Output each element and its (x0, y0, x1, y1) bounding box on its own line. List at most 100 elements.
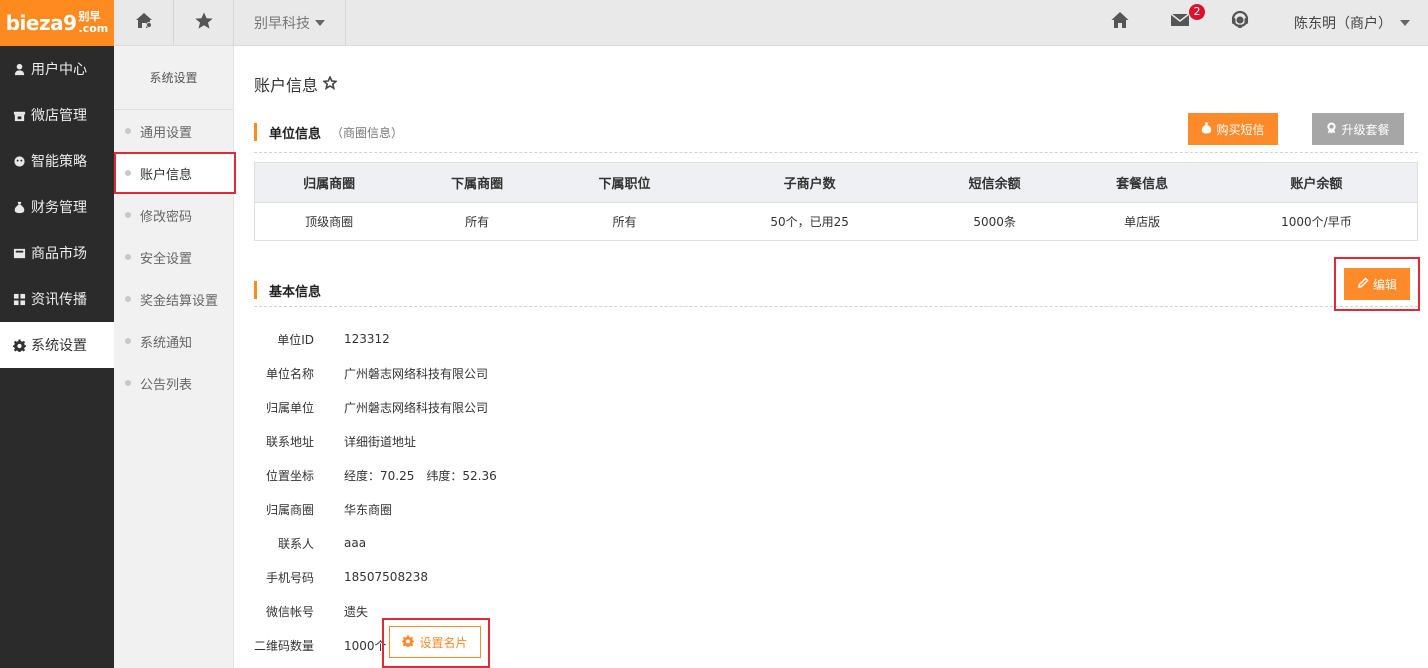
table-cell: 50个，已用25 (770, 215, 849, 229)
headset-icon (1230, 10, 1250, 34)
info-label: 位置坐标 (265, 468, 314, 483)
info-row: 归属商圈 华东商圈 (254, 492, 497, 526)
info-row: 位置坐标 经度：70.25 纬度：52.36 (254, 458, 497, 492)
subnav-item-change-password[interactable]: 修改密码 (114, 194, 233, 236)
section-title: 单位信息 (269, 126, 322, 142)
message-count-badge: 2 (1189, 4, 1205, 20)
subnav-item-announcements[interactable]: 公告列表 (114, 362, 233, 404)
subnav-item-notifications[interactable]: 系统通知 (114, 320, 233, 362)
info-label: 归属商圈 (265, 502, 314, 517)
sidebar-item-strategy[interactable]: 智能策略 (0, 138, 114, 184)
card-highlight: 设置名片 (382, 618, 490, 668)
table-cell: 所有 (612, 215, 637, 229)
button-label: 编辑 (1372, 277, 1397, 292)
table-cell: 顶级商圈 (305, 215, 354, 229)
star-outline-icon[interactable] (318, 74, 338, 94)
bullet-icon (125, 380, 131, 386)
unit-info-header: 单位信息 （商圈信息） (254, 122, 403, 142)
user-menu[interactable]: 陈东明（商户） (1294, 0, 1410, 46)
main-sidebar: 用户中心 微店管理 智能策略 财务管理 商品市场 资讯传播 系统设置 (0, 46, 114, 668)
buy-sms-button[interactable]: 购买短信 (1188, 113, 1278, 145)
table-cell: 1000个/早币 (1281, 215, 1352, 229)
sidebar-item-user-center[interactable]: 用户中心 (0, 46, 114, 92)
money-bag-icon (1201, 122, 1216, 137)
gear-icon (402, 634, 419, 650)
page-title: 账户信息 (254, 72, 338, 96)
home-shortcut-button[interactable] (114, 0, 174, 46)
info-label: 单位ID (277, 332, 314, 347)
shop-icon (12, 108, 26, 122)
bullet-icon (125, 128, 131, 134)
subnav-item-label: 奖金结算设置 (140, 293, 219, 309)
info-value: 123312 (344, 332, 390, 346)
info-row: 手机号码 18507508238 (254, 560, 497, 594)
upgrade-plan-button[interactable]: 升级套餐 (1312, 113, 1404, 145)
subnav-item-bonus-settlement[interactable]: 奖金结算设置 (114, 278, 233, 320)
sidebar-item-market[interactable]: 商品市场 (0, 230, 114, 276)
strategy-icon (12, 154, 26, 168)
logo-text: bieza9 (5, 11, 77, 35)
button-label: 购买短信 (1216, 122, 1265, 137)
sidebar-item-settings[interactable]: 系统设置 (0, 322, 114, 368)
mail-icon (1170, 10, 1190, 34)
table-header: 子商户数 (698, 162, 921, 203)
user-name: 陈东明（商户） (1294, 16, 1392, 32)
subnav-item-label: 账户信息 (140, 167, 193, 183)
subnav-item-label: 修改密码 (140, 209, 193, 225)
company-dropdown[interactable]: 别早科技 (234, 0, 346, 46)
info-value: 经度：70.25 纬度：52.36 (344, 468, 497, 483)
sidebar-item-shop[interactable]: 微店管理 (0, 92, 114, 138)
sidebar-item-label: 微店管理 (31, 108, 87, 124)
table-header: 归属商圈 (254, 162, 404, 203)
edit-button[interactable]: 编辑 (1344, 268, 1410, 300)
bullet-icon (125, 296, 131, 302)
table-cell: 所有 (465, 215, 490, 229)
sidebar-item-label: 财务管理 (31, 200, 87, 216)
sidebar-item-finance[interactable]: 财务管理 (0, 184, 114, 230)
home-button[interactable] (1108, 10, 1132, 34)
info-value: aaa (344, 536, 367, 550)
table-header: 账户余额 (1215, 162, 1418, 203)
info-value: 18507508238 (344, 570, 428, 584)
sidebar-item-label: 用户中心 (31, 62, 87, 78)
table-header-row: 归属商圈 下属商圈 下属职位 子商户数 短信余额 套餐信息 账户余额 (254, 162, 1418, 203)
top-bar: bieza9 别早 .com 别早科技 2 陈东明（商户） (0, 0, 1428, 46)
home-gear-icon (134, 11, 154, 35)
company-name: 别早科技 (254, 16, 310, 32)
section-divider (254, 306, 1418, 307)
unit-info-table: 归属商圈 下属商圈 下属职位 子商户数 短信余额 套餐信息 账户余额 顶级商圈 … (254, 162, 1418, 241)
info-row: 单位ID 123312 (254, 322, 497, 356)
logo[interactable]: bieza9 别早 .com (0, 0, 114, 46)
subnav-item-account-info[interactable]: 账户信息 (114, 152, 236, 194)
info-label: 单位名称 (265, 366, 314, 381)
star-icon (194, 11, 214, 35)
info-value: 详细街道地址 (344, 434, 417, 449)
bullet-icon (125, 254, 131, 260)
set-card-button[interactable]: 设置名片 (389, 626, 481, 658)
support-button[interactable] (1228, 10, 1252, 34)
settings-subnav: 系统设置 通用设置 账户信息 修改密码 安全设置 奖金结算设置 系统通知 公告列… (114, 46, 236, 668)
pencil-icon (1357, 276, 1373, 292)
info-value: 广州磐志网络科技有限公司 (344, 366, 489, 381)
favorites-button[interactable] (174, 0, 234, 46)
page-title-text: 账户信息 (254, 76, 319, 95)
subnav-item-security[interactable]: 安全设置 (114, 236, 233, 278)
info-value: 遗失 (344, 604, 369, 619)
info-value: 广州磐志网络科技有限公司 (344, 400, 489, 415)
money-bag-icon (12, 200, 26, 214)
sidebar-item-label: 商品市场 (31, 246, 87, 262)
section-accent-bar (254, 281, 257, 299)
sidebar-item-news[interactable]: 资讯传播 (0, 276, 114, 322)
gear-icon (12, 338, 26, 352)
section-title: 基本信息 (269, 284, 322, 300)
subnav-title: 系统设置 (114, 46, 233, 110)
info-label: 联系人 (277, 536, 314, 551)
button-label: 升级套餐 (1341, 122, 1390, 137)
table-header: 下属职位 (550, 162, 699, 203)
info-row: 联系人 aaa (254, 526, 497, 560)
subnav-item-label: 公告列表 (140, 377, 193, 393)
table-header: 短信余额 (920, 162, 1069, 203)
subnav-item-general[interactable]: 通用设置 (114, 110, 233, 152)
table-header: 下属商圈 (403, 162, 551, 203)
basic-info-list: 单位ID 123312 单位名称 广州磐志网络科技有限公司 归属单位 广州磐志网络科技… (254, 322, 497, 662)
